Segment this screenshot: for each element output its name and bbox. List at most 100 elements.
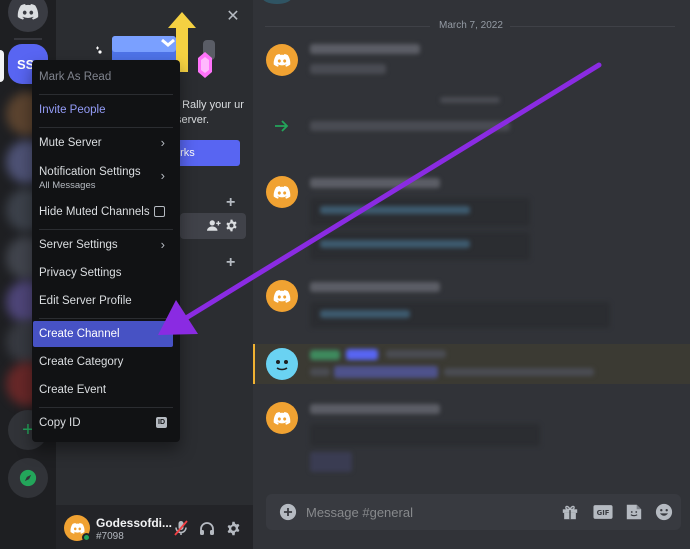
menu-item-label: Mark As Read [39,71,112,83]
blurred-username [310,282,440,292]
headphones-icon [200,521,214,535]
user-discriminator: #7098 [96,531,124,542]
discord-avatar-icon [273,411,291,425]
message-composer: GIF [266,494,681,530]
blurred-embed [310,424,540,446]
menu-separator [39,94,173,95]
blurred-username [310,404,440,414]
menu-item-label: Create Event [39,384,107,396]
menu-item-create-category[interactable]: Create Category [33,349,173,375]
join-arrow-icon [275,120,289,132]
menu-item-notification-settings[interactable]: Notification Settings All Messages › [33,162,173,196]
create-category-plus-icon[interactable]: + [226,254,235,272]
selected-server-indicator [0,50,4,82]
menu-item-invite-people[interactable]: Invite People [33,97,173,123]
explore-compass-icon [19,469,37,487]
discord-avatar-icon [69,522,85,534]
menu-item-hide-muted-channels[interactable]: Hide Muted Channels [33,199,173,225]
menu-item-label: Hide Muted Channels [39,206,150,218]
menu-item-label: Invite People [39,104,106,116]
menu-separator [39,127,173,128]
menu-item-create-event[interactable]: Create Event [33,377,173,403]
menu-item-create-channel[interactable]: Create Channel [33,321,173,347]
discord-logo-icon [17,4,39,20]
menu-item-sublabel: All Messages [39,180,96,191]
id-badge-icon: ID [156,417,167,428]
discord-avatar-icon [273,53,291,67]
menu-item-label: Copy ID [39,417,81,429]
blurred-text [310,368,330,376]
invite-user-icon[interactable] [207,219,221,232]
blurred-link [320,206,470,214]
gif-icon: GIF [593,505,613,519]
menu-item-label: Privacy Settings [39,267,122,279]
date-text: March 7, 2022 [439,20,503,31]
user-panel: Godessofdi... #7098 [56,505,253,549]
blurred-mention [334,366,438,378]
menu-item-mark-as-read[interactable]: Mark As Read [33,64,173,90]
message-avatar[interactable] [266,402,298,434]
menu-item-label: Create Channel [39,328,120,340]
smiley-avatar-icon [276,360,288,371]
message-avatar[interactable] [266,348,298,380]
checkbox-icon[interactable] [154,206,165,217]
menu-item-label: Notification Settings [39,166,141,178]
username: Godessofdi... [96,516,173,530]
menu-item-label: Edit Server Profile [39,295,132,307]
banner-boost-button[interactable]: erks [172,140,240,166]
menu-separator [39,407,173,408]
blurred-reaction[interactable] [310,452,352,472]
menu-item-server-settings[interactable]: Server Settings › [33,232,173,258]
discord-avatar-icon [273,289,291,303]
channel-settings-gear-icon[interactable] [225,219,238,232]
rail-divider [14,38,42,40]
blurred-message [310,64,386,74]
blurred-link [320,310,410,318]
date-line [510,26,675,27]
settings-gear-icon [227,521,239,535]
emoji-button[interactable] [654,502,674,522]
discord-avatar-icon [273,185,291,199]
menu-item-edit-server-profile[interactable]: Edit Server Profile [33,288,173,314]
chevron-right-icon: › [160,237,165,252]
add-attachment-icon [279,503,297,521]
menu-item-copy-id[interactable]: Copy ID ID [33,410,173,436]
message-avatar[interactable] [266,44,298,76]
deafen-button[interactable] [198,519,216,537]
create-channel-plus-icon[interactable]: + [226,194,235,212]
sticker-icon [626,504,642,520]
explore-servers-button[interactable] [8,458,48,498]
mic-muted-icon [174,520,188,536]
chevron-right-icon: › [160,168,165,183]
mute-mic-button[interactable] [172,519,190,537]
blurred-role-badge [346,349,378,360]
add-attachment-button[interactable] [278,502,298,522]
chevron-right-icon: › [160,135,165,150]
menu-separator [39,318,173,319]
menu-item-mute-server[interactable]: Mute Server › [33,130,173,156]
blurred-link [320,240,470,248]
gift-icon [562,505,578,520]
sticker-button[interactable] [624,502,644,522]
blurred-separator [440,97,500,103]
online-status-badge [82,533,91,542]
blurred-join-message [310,121,510,131]
user-settings-button[interactable] [224,519,242,537]
blurred-text [444,368,594,376]
menu-item-label: Create Category [39,356,124,368]
menu-item-privacy-settings[interactable]: Privacy Settings [33,260,173,286]
banner-close-button[interactable]: ✕ [224,8,242,26]
svg-text:GIF: GIF [597,509,610,517]
gift-button[interactable] [560,502,580,522]
banner-promo-text: ! Rally your ur server. [176,99,244,126]
channel-item-selected[interactable] [180,213,246,239]
message-input[interactable] [306,494,546,530]
blurred-timestamp [386,350,446,358]
gif-button[interactable]: GIF [592,502,614,522]
blurred-username [310,44,420,54]
discord-home-button[interactable] [8,0,48,32]
blurred-username [310,350,340,360]
message-avatar[interactable] [266,280,298,312]
message-avatar[interactable] [266,176,298,208]
menu-item-label: Mute Server [39,137,102,149]
